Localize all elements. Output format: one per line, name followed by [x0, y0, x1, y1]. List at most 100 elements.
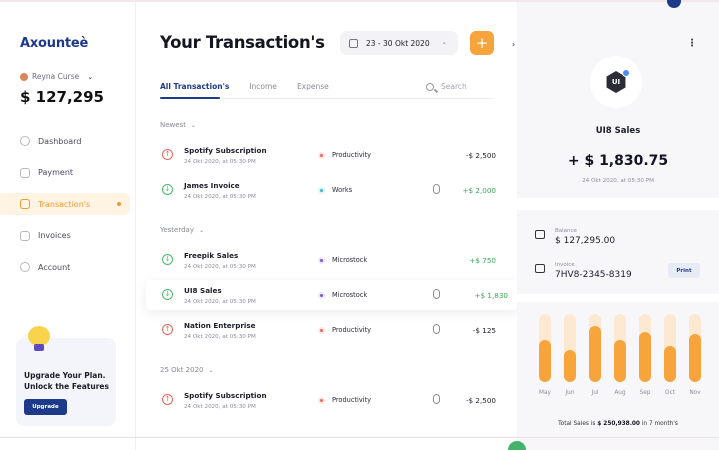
print-button[interactable]: Print: [668, 263, 700, 278]
chart-bar-track: [589, 314, 601, 382]
add-transaction-button[interactable]: +: [470, 31, 494, 55]
chart-bar-track: [639, 314, 651, 382]
transaction-category: Works: [318, 186, 352, 194]
sidebar-item-payment[interactable]: Payment: [0, 162, 136, 184]
account-balance: $ 127,295: [20, 88, 104, 106]
category-label: Works: [332, 186, 353, 194]
avatar: [20, 72, 28, 81]
transaction-amount: -$ 125: [472, 326, 496, 335]
category-dot-icon: [318, 151, 325, 159]
chart-bar: [664, 346, 676, 382]
attachment-icon[interactable]: [433, 324, 440, 334]
category-label: Microstock: [332, 256, 368, 264]
panel-divider: [517, 294, 719, 302]
sidebar-item-transactions[interactable]: Transaction's: [0, 193, 130, 215]
chart-bar: [689, 334, 701, 382]
chart-bar: [589, 326, 601, 382]
transaction-row[interactable]: ↓ James Invoice 24 Okt 2020, at 05:30 PM…: [158, 175, 496, 205]
calendar-icon: [349, 38, 358, 48]
user-name: Reyna Curse: [32, 72, 80, 81]
transaction-category: Microstock: [318, 256, 367, 264]
chart-bar-track: [689, 314, 701, 382]
total-sales: Total Sales is $ 250,938.00 in 7 month's: [517, 421, 719, 427]
sidebar-item-label: Dashboard: [38, 136, 82, 146]
attachment-icon[interactable]: [433, 394, 440, 404]
upgrade-button[interactable]: Upgrade: [24, 399, 67, 415]
transaction-name: James Invoice: [184, 181, 240, 190]
transaction-name: UI8 Sales: [184, 286, 222, 295]
category-label: Productivity: [332, 396, 372, 404]
invoice-icon: [535, 264, 545, 273]
chart-bar-track: [614, 314, 626, 382]
tab-expense[interactable]: Expense: [297, 82, 329, 96]
arrow-up-icon: ↑: [162, 324, 173, 335]
section-header-yesterday[interactable]: Yesterday ⌄: [160, 226, 204, 234]
chart-tick-label: Nov: [689, 390, 701, 396]
user-switcher[interactable]: Reyna Curse ⌄: [20, 72, 93, 81]
transaction-amount: +$ 2,000: [462, 186, 496, 195]
transaction-row-selected[interactable]: ↓ UI8 Sales 24 Okt 2020, at 05:30 PM Mic…: [146, 280, 518, 310]
transaction-name: Spotify Subscription: [184, 146, 267, 155]
section-header-date[interactable]: 25 Okt 2020 ⌄: [160, 366, 214, 374]
transaction-date: 24 Okt 2020, at 05:30 PM: [184, 299, 256, 305]
invoice-number: 7HV8-2345-8319: [555, 270, 632, 280]
sidebar-item-dashboard[interactable]: Dashboard: [0, 130, 136, 152]
arrow-up-icon: ↑: [162, 394, 173, 405]
transaction-category: Productivity: [318, 326, 371, 334]
sidebar-item-label: Payment: [38, 168, 74, 177]
date-range-picker[interactable]: 23 - 30 Okt 2020 ⌄: [340, 31, 458, 55]
chevron-down-icon: ⌄: [208, 367, 214, 374]
chevron-down-icon: ⌄: [198, 227, 205, 234]
tab-all-transactions[interactable]: All Transaction's: [160, 82, 229, 96]
section-header-newest[interactable]: Newest ⌄: [160, 121, 196, 129]
balance-label: Balance: [555, 228, 577, 234]
transaction-row[interactable]: ↓ Freepik Sales 24 Okt 2020, at 05:30 PM…: [158, 245, 496, 275]
chevron-down-icon: ⌄: [190, 122, 196, 129]
transaction-row[interactable]: ↑ Nation Enterprise 24 Okt 2020, at 05:3…: [158, 315, 496, 345]
sidebar-item-account[interactable]: Account: [0, 256, 136, 278]
transaction-date: 24 Okt 2020, at 05:30 PM: [184, 334, 256, 340]
chart-tick-label: Oct: [664, 390, 676, 396]
category-dot-icon: [318, 326, 325, 334]
sidebar-item-label: Transaction's: [38, 199, 91, 209]
transaction-amount: +$ 750: [469, 256, 496, 265]
chart-tick-label: Jul: [591, 390, 599, 396]
search-icon: [426, 82, 434, 91]
chart-bar: [639, 332, 651, 382]
date-range-label: 23 - 30 Okt 2020: [366, 38, 430, 48]
category-dot-icon: [318, 291, 325, 299]
arrow-down-icon: ↓: [162, 289, 173, 300]
transaction-date: 24 Okt 2020, at 05:30 PM: [184, 159, 256, 165]
more-options-icon[interactable]: ⋮: [687, 38, 697, 49]
merchant-name: UI8 Sales: [595, 126, 641, 136]
active-indicator: [117, 202, 121, 206]
tab-income[interactable]: Income: [249, 82, 277, 96]
sidebar: Axounteè Reyna Curse ⌄ $ 127,295 Dashboa…: [0, 2, 136, 450]
search-field[interactable]: Search: [426, 82, 467, 91]
bag-icon: [20, 199, 30, 209]
app-logo[interactable]: Axounteè: [20, 36, 88, 51]
detail-date: 24 Okt 2020, at 05:30 PM: [582, 178, 654, 184]
notification-dot[interactable]: [667, 0, 681, 8]
transaction-amount: -$ 2,500: [465, 396, 496, 405]
section-label: Yesterday: [160, 226, 194, 234]
chevron-right-icon[interactable]: ›: [512, 40, 515, 49]
chart-bar: [614, 340, 626, 382]
lightbulb-icon: [28, 326, 50, 352]
upgrade-card: Upgrade Your Plan. Unlock the Features U…: [16, 326, 116, 426]
attachment-icon[interactable]: [433, 184, 440, 194]
category-label: Microstock: [332, 291, 368, 299]
transaction-row[interactable]: ↑ Spotify Subscription 24 Okt 2020, at 0…: [158, 385, 496, 415]
attachment-icon[interactable]: [433, 289, 440, 299]
upgrade-text-line: Unlock the Features: [24, 382, 109, 391]
transaction-detail-panel: › ⋮ UI UI8 Sales + $ 1,830.75 24 Okt 202…: [512, 0, 719, 450]
chart-tick-label: Jun: [565, 390, 575, 396]
section-label: Newest: [160, 121, 186, 129]
monthly-sales-chart: May Jun Jul Aug Sep Oct Nov: [531, 314, 713, 406]
invoice-icon: [20, 230, 30, 241]
verified-badge-icon: [622, 69, 630, 77]
sidebar-item-invoices[interactable]: Invoices: [0, 225, 136, 247]
bottom-accent-line: [0, 437, 719, 438]
transaction-row[interactable]: ↑ Spotify Subscription 24 Okt 2020, at 0…: [158, 140, 496, 170]
total-prefix: Total Sales is: [558, 421, 596, 427]
